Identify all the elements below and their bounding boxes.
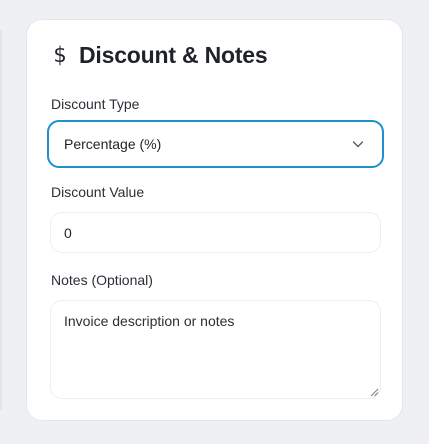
discount-value-input[interactable]: 0 xyxy=(50,212,381,253)
discount-value-label: Discount Value xyxy=(51,184,145,200)
chevron-down-icon xyxy=(352,141,364,148)
resize-handle-icon[interactable] xyxy=(369,387,379,397)
discount-type-label: Discount Type xyxy=(51,96,140,112)
discount-type-selected-value: Percentage (%) xyxy=(64,136,162,152)
notes-textarea[interactable]: Invoice description or notes xyxy=(50,300,381,399)
discount-type-select[interactable]: Percentage (%) xyxy=(47,120,384,168)
card-header: $ Discount & Notes xyxy=(51,42,267,69)
dollar-icon: $ xyxy=(53,43,67,67)
discount-value-text: 0 xyxy=(64,225,72,241)
notes-label: Notes (Optional) xyxy=(51,272,153,288)
notes-text: Invoice description or notes xyxy=(64,313,235,329)
card-title: Discount & Notes xyxy=(79,42,268,68)
background-panel-edge xyxy=(0,30,2,410)
discount-notes-card: $ Discount & Notes Discount Type Percent… xyxy=(26,19,403,421)
